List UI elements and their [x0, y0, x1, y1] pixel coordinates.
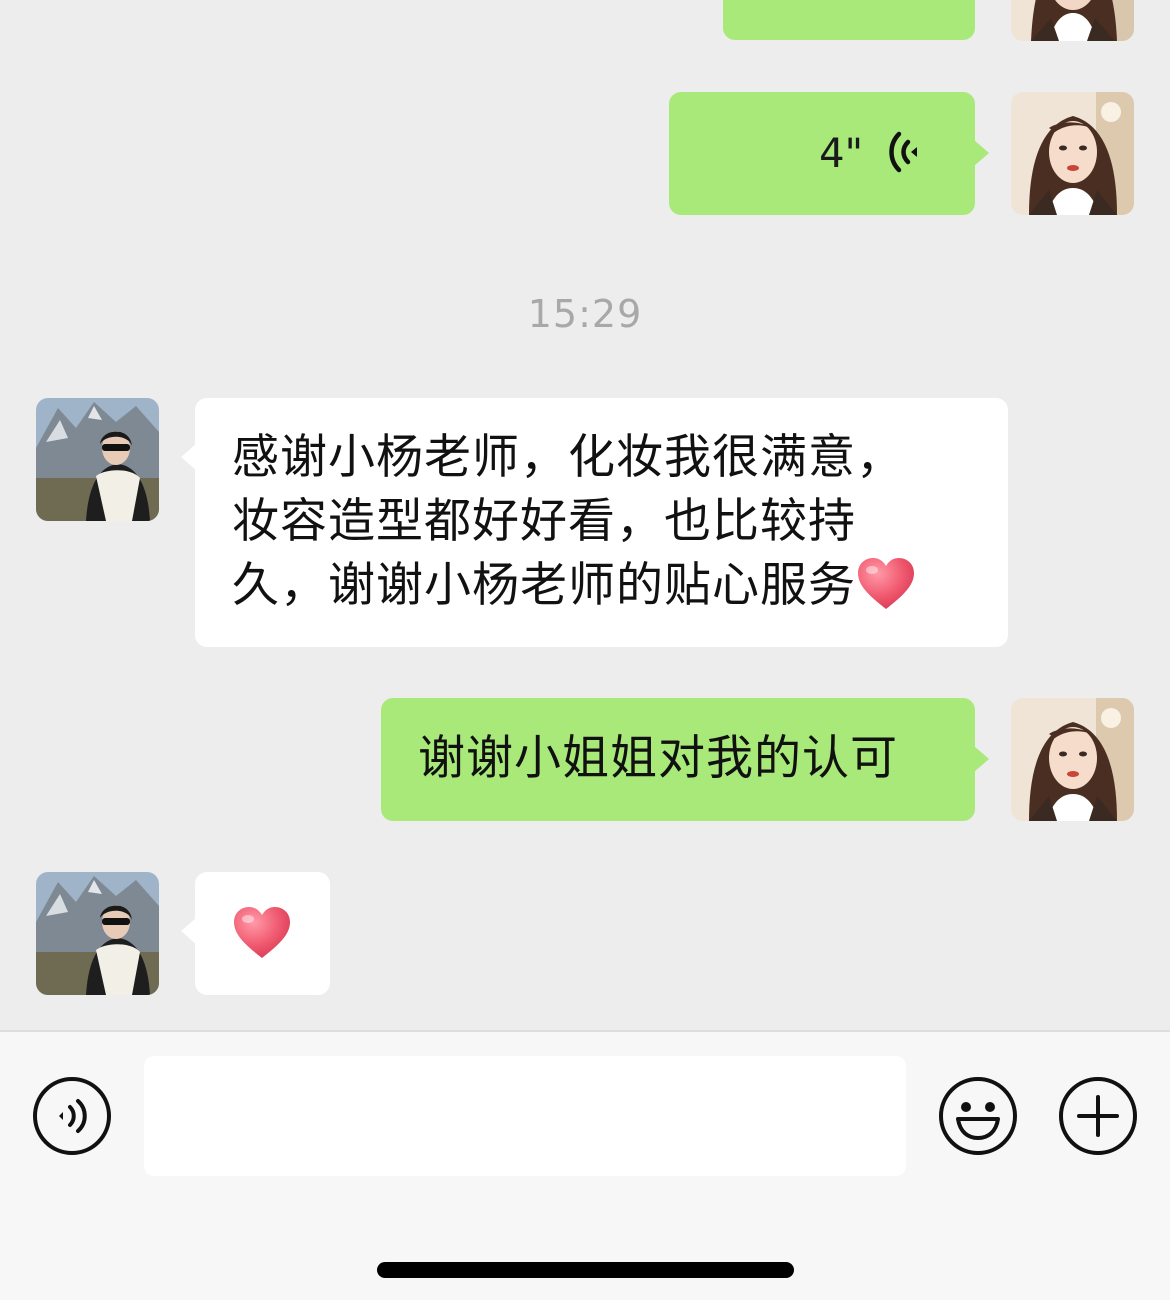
message-line: 感谢小杨老师，化妆我很满意，: [232, 430, 904, 485]
message-line: 久，谢谢小杨老师的贴心服务: [232, 558, 856, 613]
home-indicator[interactable]: [377, 1262, 794, 1278]
message-text: 谢谢小姐姐对我的认可: [418, 731, 898, 786]
voice-message-bubble[interactable]: [723, 0, 975, 40]
message-text: 感谢小杨老师，化妆我很满意， 妆容造型都好好看，也比较持 久，谢谢小杨老师的贴心…: [232, 426, 978, 628]
contact-avatar[interactable]: [36, 872, 159, 995]
emoji-face-icon: [938, 1077, 1018, 1160]
text-message-bubble[interactable]: 谢谢小姐姐对我的认可: [381, 698, 989, 821]
input-bar: [0, 1030, 1170, 1300]
message-timestamp: 15:29: [527, 292, 643, 336]
emoji-message-bubble[interactable]: [181, 872, 330, 995]
voice-wave-icon: [889, 130, 925, 178]
contact-avatar[interactable]: [36, 398, 159, 521]
message-input[interactable]: [144, 1056, 906, 1176]
voice-duration: 4": [819, 130, 863, 177]
more-actions-button[interactable]: [1058, 1076, 1138, 1156]
text-message-bubble[interactable]: 感谢小杨老师，化妆我很满意， 妆容造型都好好看，也比较持 久，谢谢小杨老师的贴心…: [181, 398, 1008, 647]
heart-emoji-icon: [856, 557, 916, 628]
my-avatar[interactable]: [1011, 0, 1134, 41]
my-avatar[interactable]: [1011, 92, 1134, 215]
voice-mode-icon: [32, 1077, 112, 1160]
plus-icon: [1058, 1077, 1138, 1160]
message-line: 妆容造型都好好看，也比较持: [232, 494, 856, 549]
chat-area[interactable]: 4" 15:29 感谢小杨老师，化妆我很满意， 妆容造型都好好看，也比较持 久，…: [0, 0, 1170, 1030]
emoji-button[interactable]: [938, 1076, 1018, 1156]
voice-mode-button[interactable]: [32, 1076, 112, 1156]
my-avatar[interactable]: [1011, 698, 1134, 821]
heart-emoji-icon: [232, 906, 292, 964]
voice-message-bubble[interactable]: 4": [669, 92, 989, 215]
